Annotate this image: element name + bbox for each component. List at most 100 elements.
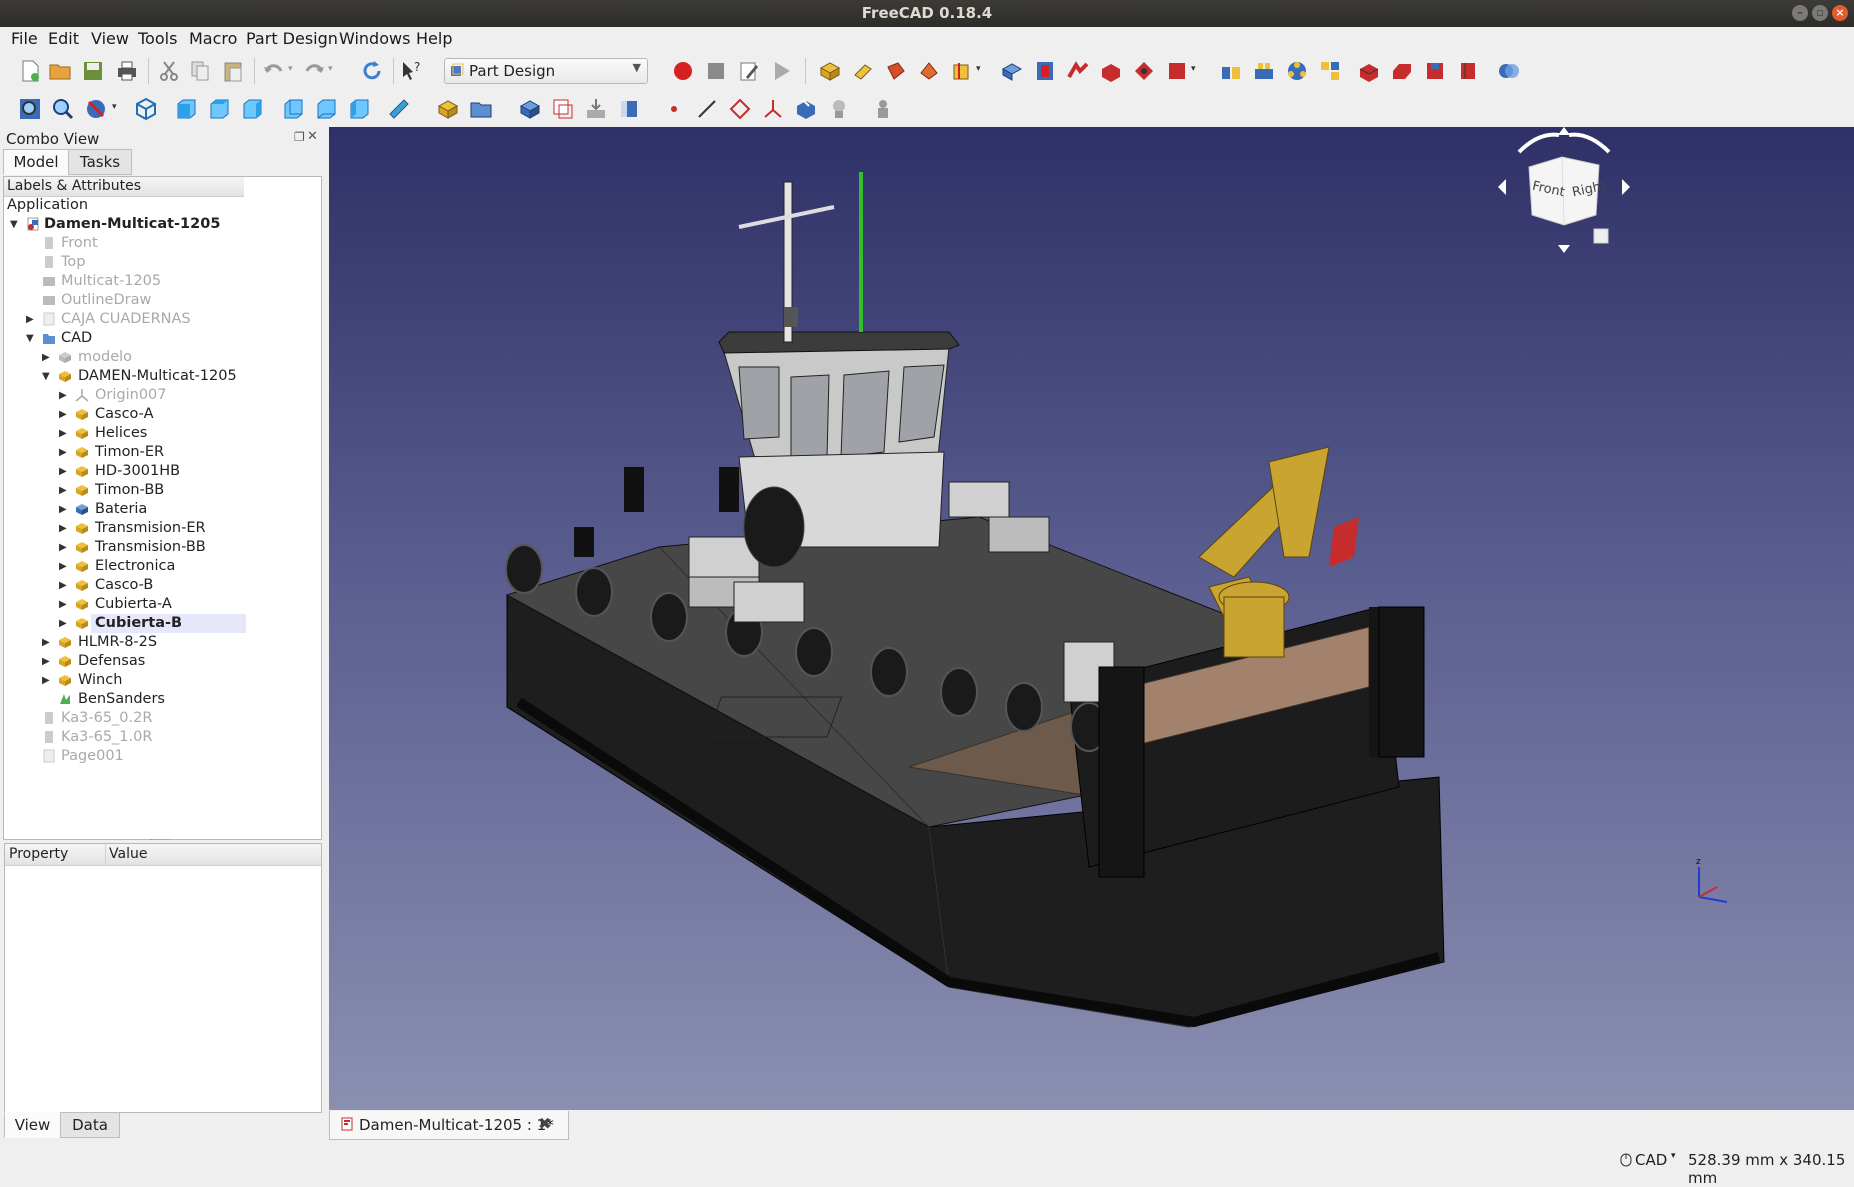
tree-item-damen-multicat-1205-doc[interactable]: ▼ Damen-Multicat-1205 (4, 215, 321, 234)
create-group-icon[interactable] (469, 97, 493, 121)
create-sketch-icon[interactable] (851, 59, 875, 83)
expand-arrow-icon[interactable]: ▼ (10, 215, 22, 234)
tab-data[interactable]: Data (60, 1112, 120, 1138)
menu-tools[interactable]: Tools (138, 29, 177, 48)
refresh-icon[interactable] (360, 59, 384, 83)
new-document-icon[interactable] (18, 59, 42, 83)
pocket-icon[interactable] (1099, 59, 1123, 83)
rear-view-icon[interactable] (281, 97, 305, 121)
undo-dropdown-icon[interactable]: ▾ (288, 64, 293, 74)
boat-model-render[interactable] (329, 127, 1854, 1110)
bottom-view-icon[interactable] (314, 97, 338, 121)
expand-arrow-icon[interactable]: ▶ (42, 652, 54, 671)
groove-dropdown-icon[interactable]: ▾ (1191, 64, 1196, 74)
expand-arrow-icon[interactable]: ▶ (59, 595, 71, 614)
macro-run-icon[interactable] (770, 59, 794, 83)
expand-arrow-icon[interactable]: ▶ (59, 405, 71, 424)
menu-edit[interactable]: Edit (48, 29, 79, 48)
redo-icon[interactable] (302, 59, 326, 83)
chamfer-icon[interactable] (1390, 59, 1414, 83)
macro-stop-icon[interactable] (704, 59, 728, 83)
validate-sketch-icon[interactable] (884, 59, 908, 83)
expand-arrow-icon[interactable]: ▶ (59, 424, 71, 443)
create-part-icon[interactable] (436, 97, 460, 121)
clone-icon[interactable] (827, 97, 851, 121)
isometric-view-icon[interactable] (134, 97, 158, 121)
expand-arrow-icon[interactable]: ▶ (42, 671, 54, 690)
collapse-arrow-icon[interactable]: ▼ (42, 367, 54, 386)
create-body-icon[interactable] (818, 59, 842, 83)
check-geometry-icon[interactable] (917, 59, 941, 83)
draw-style-dropdown-icon[interactable]: ▾ (112, 102, 117, 112)
expand-arrow-icon[interactable]: ▶ (59, 386, 71, 405)
sprocket-icon[interactable] (871, 97, 895, 121)
top-view-icon[interactable] (207, 97, 231, 121)
menu-macro[interactable]: Macro (189, 29, 237, 48)
document-tab[interactable]: Damen-Multicat-1205 : 1* ✖ (329, 1111, 569, 1140)
fit-all-icon[interactable] (18, 97, 42, 121)
datum-line-icon[interactable] (695, 97, 719, 121)
collapse-arrow-icon[interactable]: ▼ (26, 329, 38, 348)
cut-icon[interactable] (157, 59, 181, 83)
polar-pattern-icon[interactable] (1285, 59, 1309, 83)
datum-dropdown-icon[interactable]: ▾ (976, 64, 981, 74)
thickness-icon[interactable] (1456, 59, 1480, 83)
redo-dropdown-icon[interactable]: ▾ (328, 64, 333, 74)
expand-arrow-icon[interactable]: ▶ (59, 576, 71, 595)
expand-arrow-icon[interactable]: ▶ (59, 462, 71, 481)
local-coordinate-system-icon[interactable] (761, 97, 785, 121)
mirrored-icon[interactable] (1219, 59, 1243, 83)
expand-arrow-icon[interactable]: ▶ (42, 348, 54, 367)
expand-arrow-icon[interactable]: ▶ (59, 538, 71, 557)
close-panel-icon[interactable]: ✕ (307, 129, 318, 144)
groove-icon[interactable] (1165, 59, 1189, 83)
macro-record-icon[interactable] (671, 59, 695, 83)
multitransform-icon[interactable] (1318, 59, 1342, 83)
link-icon[interactable] (518, 97, 542, 121)
close-tab-icon[interactable]: ✖ (538, 1114, 551, 1133)
link-select-icon[interactable] (617, 97, 641, 121)
macro-edit-icon[interactable] (737, 59, 761, 83)
fit-selection-icon[interactable] (51, 97, 75, 121)
datum-point-icon[interactable] (662, 97, 686, 121)
3d-viewport[interactable]: Front Right z (329, 127, 1854, 1110)
front-view-icon[interactable] (174, 97, 198, 121)
expand-arrow-icon[interactable]: ▶ (59, 481, 71, 500)
maximize-button[interactable]: ▫ (1812, 5, 1828, 21)
undo-icon[interactable] (262, 59, 286, 83)
close-button[interactable]: × (1832, 5, 1848, 21)
navigation-style[interactable]: CAD (1635, 1151, 1667, 1169)
expand-arrow-icon[interactable]: ▶ (59, 519, 71, 538)
linear-pattern-icon[interactable] (1252, 59, 1276, 83)
link-make-relative-icon[interactable] (551, 97, 575, 121)
save-icon[interactable] (81, 59, 105, 83)
paste-icon[interactable] (221, 59, 245, 83)
shape-binder-icon[interactable] (794, 97, 818, 121)
navigation-cube[interactable]: Front Right (1494, 127, 1634, 257)
menu-windows[interactable]: Windows (339, 29, 410, 48)
workbench-selector[interactable]: Part Design ▼ (444, 58, 648, 84)
loft-icon[interactable] (1066, 59, 1090, 83)
copy-icon[interactable] (188, 59, 212, 83)
menu-file[interactable]: File (11, 29, 38, 48)
tab-view[interactable]: View (4, 1112, 61, 1138)
link-import-icon[interactable] (584, 97, 608, 121)
menu-view[interactable]: View (91, 29, 129, 48)
measure-icon[interactable] (387, 97, 411, 121)
datum-plane-icon[interactable] (728, 97, 752, 121)
whats-this-icon[interactable]: ? (400, 59, 424, 83)
create-datum-icon[interactable] (950, 59, 974, 83)
print-icon[interactable] (115, 59, 139, 83)
tab-tasks[interactable]: Tasks (68, 149, 132, 175)
left-view-icon[interactable] (347, 97, 371, 121)
draw-style-icon[interactable] (84, 97, 108, 121)
menu-part-design[interactable]: Part Design (246, 29, 338, 48)
pad-icon[interactable] (1000, 59, 1024, 83)
open-folder-icon[interactable] (48, 59, 72, 83)
revolution-icon[interactable] (1033, 59, 1057, 83)
tab-model[interactable]: Model (3, 149, 69, 175)
expand-arrow-icon[interactable]: ▶ (59, 443, 71, 462)
right-view-icon[interactable] (240, 97, 264, 121)
expand-arrow-icon[interactable]: ▶ (59, 500, 71, 519)
draft-icon[interactable] (1423, 59, 1447, 83)
